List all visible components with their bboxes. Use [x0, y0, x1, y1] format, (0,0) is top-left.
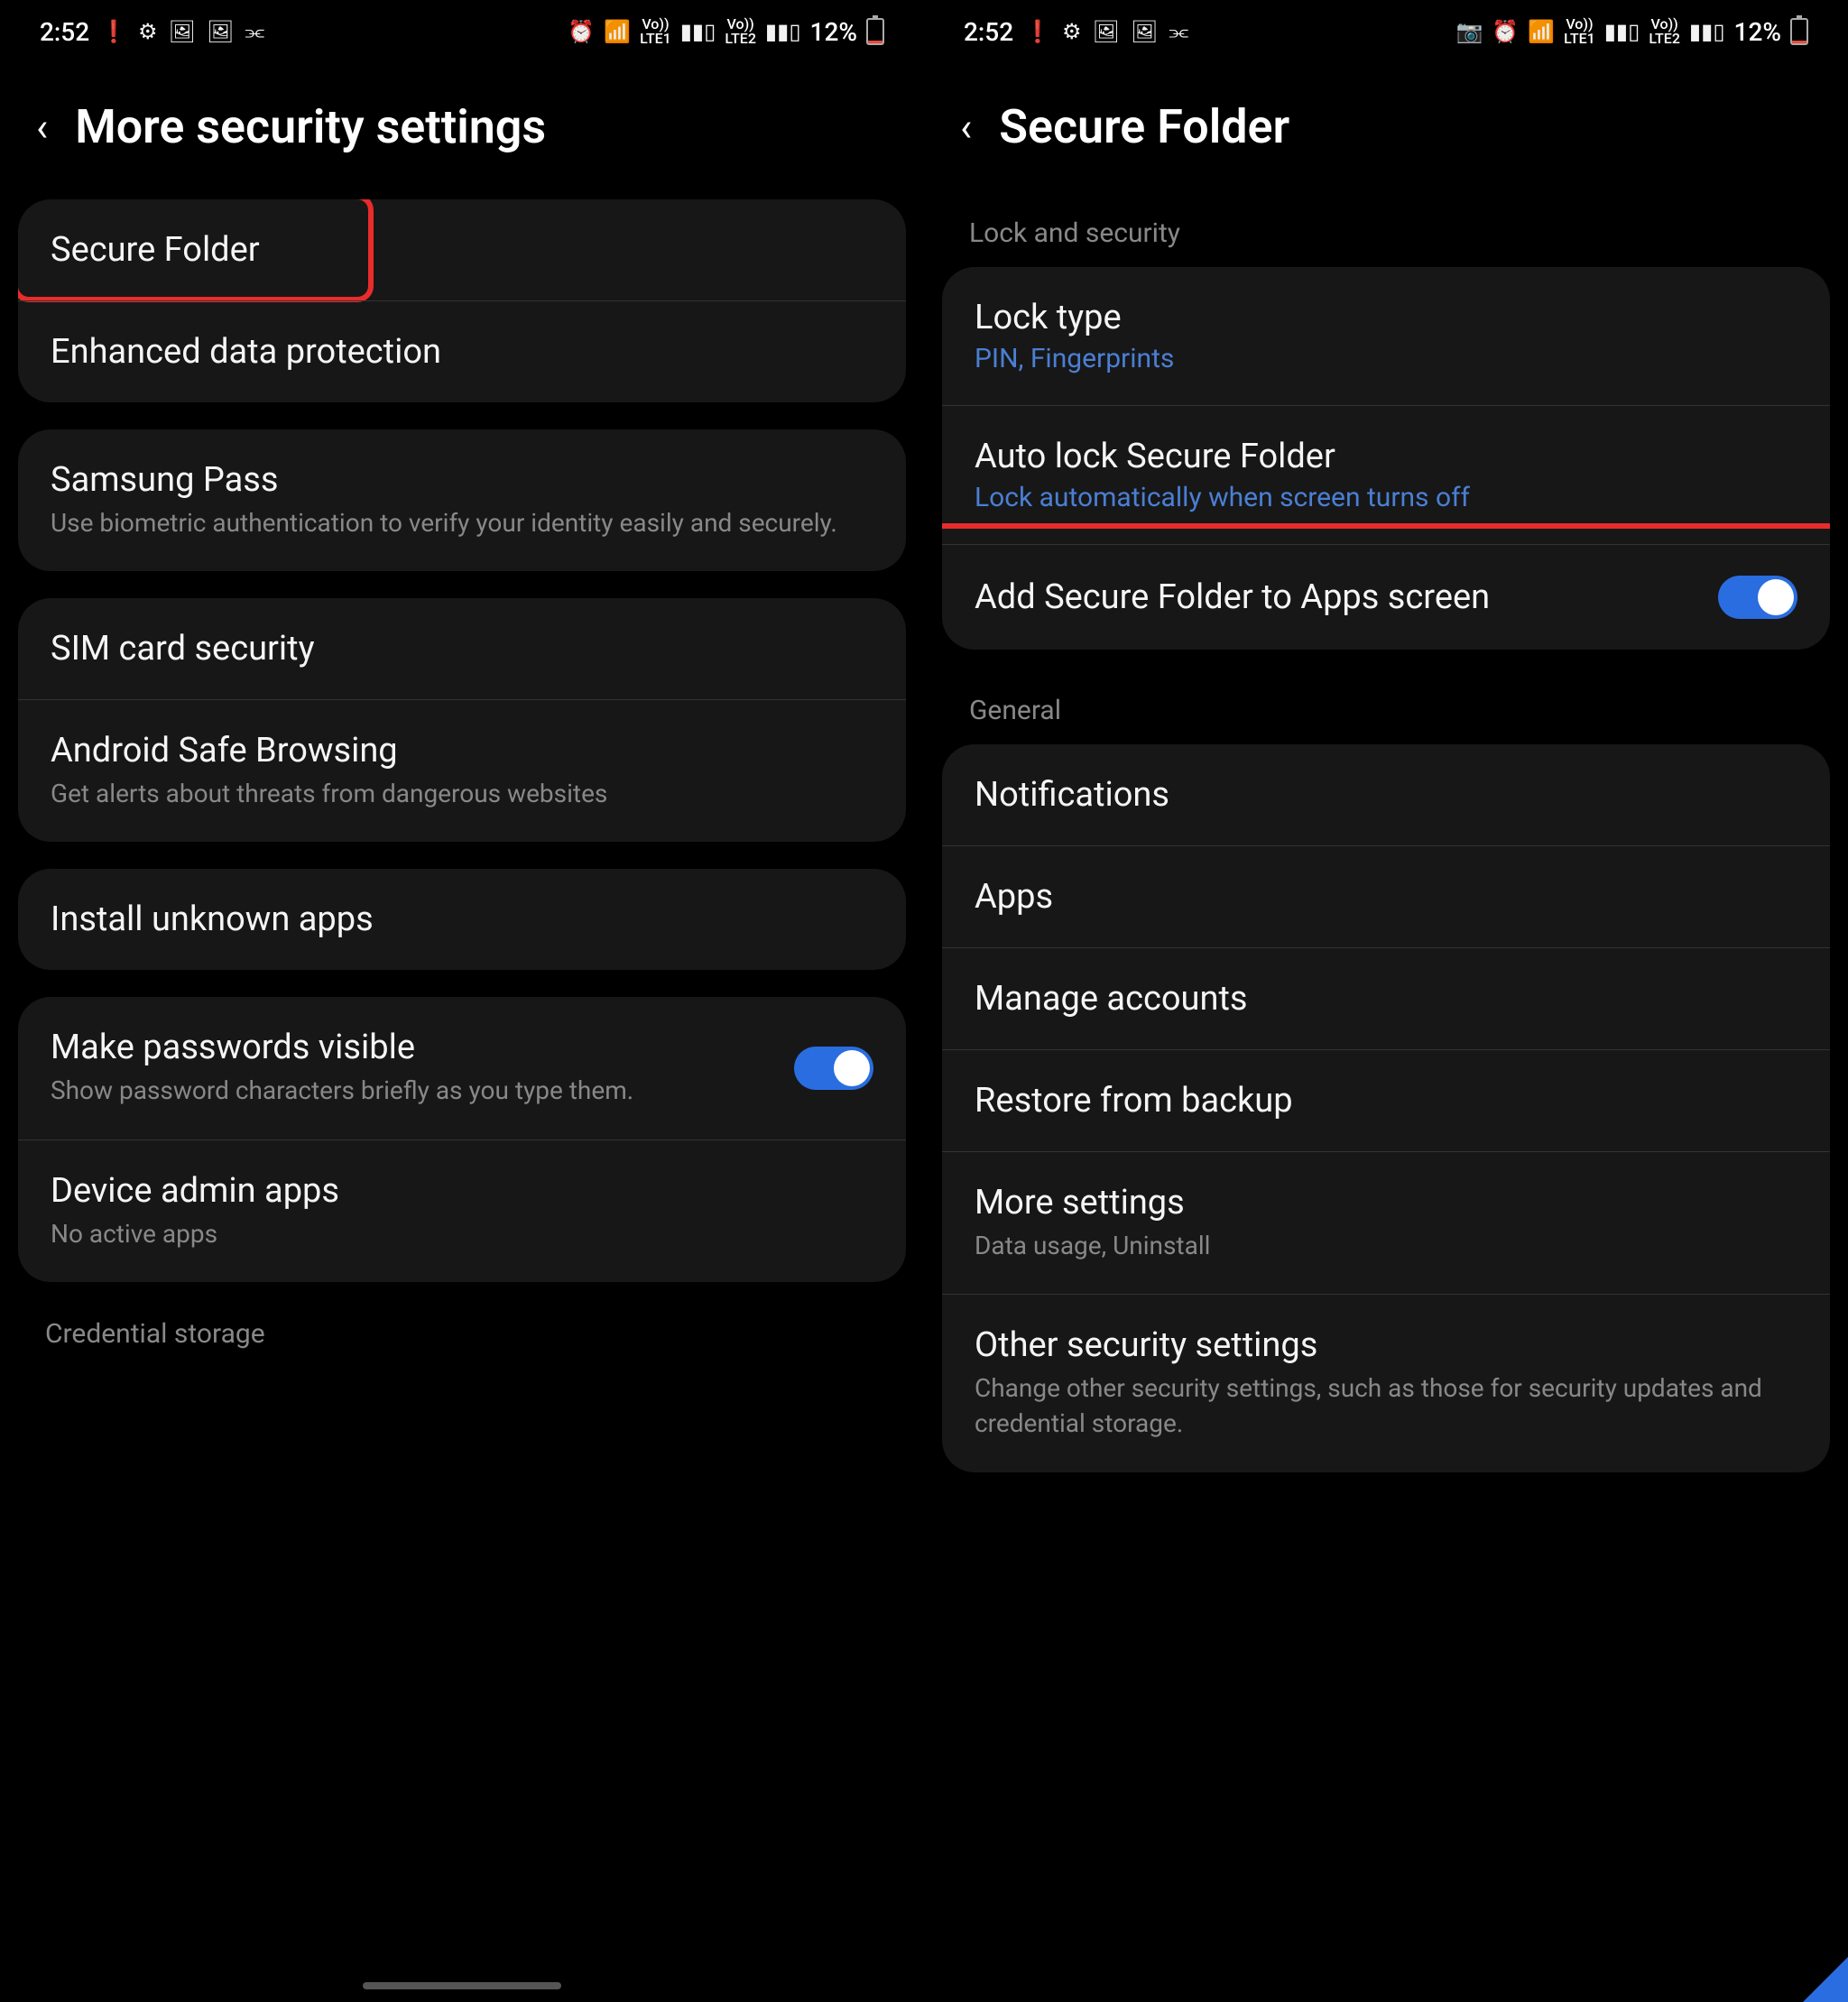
item-title: Install unknown apps — [51, 900, 873, 939]
settings-item-more-settings[interactable]: More settings Data usage, Uninstall — [942, 1151, 1830, 1294]
item-subtitle: PIN, Fingerprints — [975, 343, 1797, 374]
status-time: 2:52 — [964, 17, 1013, 47]
settings-item-device-admin[interactable]: Device admin apps No active apps — [18, 1139, 906, 1282]
page-title: More security settings — [75, 99, 546, 154]
picture-icon: 🖼 — [1131, 19, 1158, 44]
picture-icon: 🖼 — [1093, 19, 1120, 44]
settings-item-notifications[interactable]: Notifications — [942, 744, 1830, 845]
picture-icon: 🖼 — [169, 19, 196, 44]
warning-icon: ❗ — [1024, 19, 1051, 44]
section-credential-storage: Credential storage — [18, 1309, 906, 1368]
nav-gesture-bar[interactable] — [363, 1982, 561, 1989]
settings-item-enhanced-data[interactable]: Enhanced data protection — [18, 300, 906, 402]
item-subtitle: Get alerts about threats from dangerous … — [51, 776, 873, 811]
phone-right: 2:52 ❗ ⚙ 🖼 🖼 ⫘ 📷 ⏰ 📶 Vo))LTE1 ▮▮▯ Vo))LT… — [924, 0, 1848, 2002]
settings-item-lock-type[interactable]: Lock type PIN, Fingerprints — [942, 267, 1830, 405]
warning-icon: ❗ — [100, 19, 127, 44]
settings-card: Make passwords visible Show password cha… — [18, 997, 906, 1281]
settings-item-safe-browsing[interactable]: Android Safe Browsing Get alerts about t… — [18, 699, 906, 842]
status-bar: 2:52 ❗ ⚙ 🖼 🖼 ⫘ ⏰ 📶 Vo))LTE1 ▮▮▯ Vo))LTE2… — [18, 0, 906, 63]
item-title: Notifications — [975, 775, 1797, 815]
settings-item-samsung-pass[interactable]: Samsung Pass Use biometric authenticatio… — [18, 429, 906, 571]
settings-card: Install unknown apps — [18, 869, 906, 970]
picture-icon: 🖼 — [207, 19, 234, 44]
page-title: Secure Folder — [999, 99, 1289, 154]
status-bar: 2:52 ❗ ⚙ 🖼 🖼 ⫘ 📷 ⏰ 📶 Vo))LTE1 ▮▮▯ Vo))LT… — [942, 0, 1830, 63]
signal-icon: ▮▮▯ — [680, 19, 716, 44]
settings-item-apps[interactable]: Apps — [942, 845, 1830, 947]
alarm-icon: ⏰ — [568, 19, 595, 44]
section-general: General — [942, 677, 1830, 744]
page-header: ‹ More security settings — [18, 63, 906, 199]
settings-card: Secure Folder Enhanced data protection — [18, 199, 906, 402]
alarm-icon: ⏰ — [1492, 19, 1519, 44]
wifi-icon: 📶 — [604, 19, 631, 44]
item-title: Manage accounts — [975, 979, 1797, 1019]
item-subtitle: No active apps — [51, 1216, 873, 1251]
section-lock-security: Lock and security — [942, 199, 1830, 267]
item-title: Add Secure Folder to Apps screen — [975, 577, 1700, 617]
settings-item-add-to-apps[interactable]: Add Secure Folder to Apps screen — [942, 544, 1830, 650]
back-icon[interactable]: ‹ — [36, 104, 48, 151]
item-title: Lock type — [975, 298, 1797, 337]
link-icon: ⫘ — [245, 19, 264, 44]
page-header: ‹ Secure Folder — [942, 63, 1830, 199]
item-title: Auto lock Secure Folder — [975, 437, 1797, 476]
item-subtitle: Data usage, Uninstall — [975, 1228, 1797, 1263]
settings-item-passwords-visible[interactable]: Make passwords visible Show password cha… — [18, 997, 906, 1139]
item-subtitle: Change other security settings, such as … — [975, 1370, 1797, 1441]
settings-card: SIM card security Android Safe Browsing … — [18, 598, 906, 842]
sim1-signal-icon: Vo))LTE1 — [1564, 17, 1595, 46]
sim2-signal-icon: Vo))LTE2 — [725, 17, 756, 46]
toggle-passwords-visible[interactable] — [794, 1047, 873, 1090]
item-title: Make passwords visible — [51, 1028, 776, 1067]
status-time: 2:52 — [40, 17, 89, 47]
settings-item-manage-accounts[interactable]: Manage accounts — [942, 947, 1830, 1049]
item-subtitle: Use biometric authentication to verify y… — [51, 505, 873, 540]
item-title: Other security settings — [975, 1325, 1797, 1365]
item-title: Android Safe Browsing — [51, 731, 873, 770]
battery-icon — [866, 18, 884, 45]
settings-item-install-unknown[interactable]: Install unknown apps — [18, 869, 906, 970]
settings-item-restore-backup[interactable]: Restore from backup — [942, 1049, 1830, 1151]
sim2-signal-icon: Vo))LTE2 — [1649, 17, 1680, 46]
item-title: Device admin apps — [51, 1171, 873, 1211]
settings-item-sim-security[interactable]: SIM card security — [18, 598, 906, 699]
settings-card: Notifications Apps Manage accounts Resto… — [942, 744, 1830, 1472]
gear-icon: ⚙ — [1062, 19, 1082, 44]
item-subtitle: Lock automatically when screen turns off — [975, 482, 1797, 513]
signal-icon: ▮▮▯ — [1604, 19, 1640, 44]
item-subtitle: Show password characters briefly as you … — [51, 1073, 776, 1108]
item-title: Samsung Pass — [51, 460, 873, 500]
item-title: Restore from backup — [975, 1081, 1797, 1121]
settings-card: Samsung Pass Use biometric authenticatio… — [18, 429, 906, 571]
settings-item-other-security[interactable]: Other security settings Change other sec… — [942, 1294, 1830, 1472]
settings-item-secure-folder[interactable]: Secure Folder — [18, 199, 906, 300]
battery-percent: 12% — [1734, 17, 1781, 47]
signal-icon: ▮▮▯ — [765, 19, 801, 44]
phone-left: 2:52 ❗ ⚙ 🖼 🖼 ⫘ ⏰ 📶 Vo))LTE1 ▮▮▯ Vo))LTE2… — [0, 0, 924, 2002]
link-icon: ⫘ — [1169, 19, 1188, 44]
back-icon[interactable]: ‹ — [960, 104, 972, 151]
item-title: SIM card security — [51, 629, 873, 669]
toggle-add-to-apps[interactable] — [1718, 576, 1797, 619]
battery-percent: 12% — [810, 17, 857, 47]
settings-item-auto-lock[interactable]: Auto lock Secure Folder Lock automatical… — [942, 405, 1830, 544]
camera-icon: 📷 — [1455, 19, 1483, 44]
item-title: Secure Folder — [51, 230, 873, 270]
sim1-signal-icon: Vo))LTE1 — [640, 17, 671, 46]
item-title: Apps — [975, 877, 1797, 917]
settings-card: Lock type PIN, Fingerprints Auto lock Se… — [942, 267, 1830, 650]
item-title: More settings — [975, 1183, 1797, 1222]
battery-icon — [1790, 18, 1808, 45]
wifi-icon: 📶 — [1528, 19, 1555, 44]
corner-tab-icon[interactable] — [1803, 1957, 1848, 2002]
item-title: Enhanced data protection — [51, 332, 873, 372]
gear-icon: ⚙ — [138, 19, 158, 44]
signal-icon: ▮▮▯ — [1689, 19, 1725, 44]
